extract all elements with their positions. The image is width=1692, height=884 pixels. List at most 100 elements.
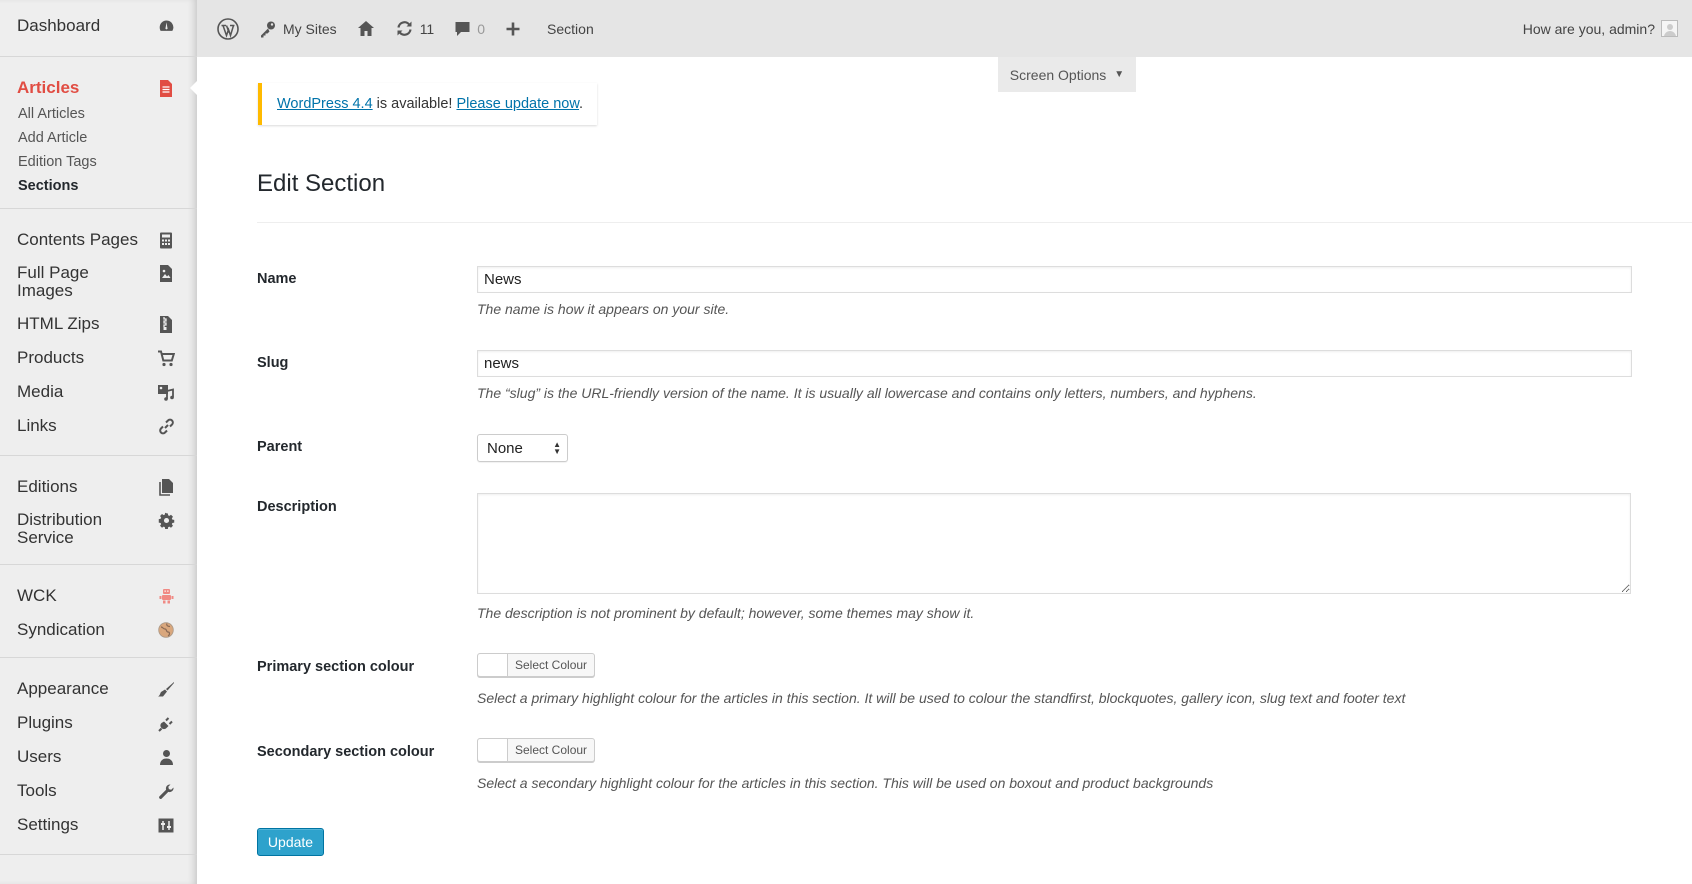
sidebar-item-label: Appearance (17, 679, 109, 698)
key-icon (259, 20, 277, 38)
submenu-sections[interactable]: Sections (18, 174, 197, 198)
sidebar-item-links[interactable]: Links (0, 409, 197, 443)
secondary-colour-label: Secondary section colour (257, 744, 435, 760)
sidebar-item-label: Articles (17, 78, 80, 97)
media-icon (157, 383, 175, 401)
sidebar-item-plugins[interactable]: Plugins (0, 706, 197, 740)
calculator-icon (157, 231, 175, 249)
view-section-link[interactable]: Section (541, 21, 594, 37)
sidebar-group-admin: Appearance Plugins Users Tools Settings (0, 658, 197, 855)
secondary-colour-button-label: Select Colour (515, 743, 588, 757)
sidebar-item-label: Media (17, 382, 64, 401)
user-icon (157, 748, 175, 766)
sidebar-item-label: Full Page Images (17, 263, 89, 300)
select-arrows-icon: ▲ ▼ (553, 440, 561, 456)
primary-colour-picker-button[interactable]: Select Colour (477, 653, 596, 677)
secondary-colour-description: Select a secondary highlight colour for … (477, 775, 1214, 791)
sidebar-item-syndication[interactable]: Syndication (0, 613, 197, 647)
sidebar-item-settings[interactable]: Settings (0, 808, 197, 842)
sidebar-item-distribution-service[interactable]: Distribution Service (0, 504, 197, 554)
update-notice: WordPress 4.4 is available! Please updat… (258, 83, 597, 125)
view-section-label: Section (547, 20, 594, 37)
submenu-add-article[interactable]: Add Article (18, 126, 197, 150)
description-textarea[interactable] (477, 493, 1631, 594)
new-content-button[interactable] (505, 21, 521, 37)
visit-site-button[interactable] (357, 20, 375, 37)
home-icon (357, 20, 375, 37)
sidebar-item-label: Dashboard (17, 16, 101, 35)
admin-sidebar: Dashboard Articles All Articles Add Arti… (0, 0, 198, 884)
submenu-edition-tags[interactable]: Edition Tags (18, 150, 197, 174)
sidebar-item-label: Users (17, 747, 62, 766)
update-now-link[interactable]: Please update now (456, 96, 579, 112)
sidebar-item-label: Tools (17, 781, 57, 800)
sidebar-item-wck[interactable]: WCK (0, 579, 197, 613)
sidebar-group-dashboard: Dashboard (0, 0, 197, 57)
wordpress-version-link[interactable]: WordPress 4.4 (277, 96, 373, 112)
document-icon (157, 79, 175, 97)
sidebar-item-tools[interactable]: Tools (0, 774, 197, 808)
parent-selected-value: None (487, 439, 523, 457)
updates-button[interactable]: 11 (395, 20, 435, 37)
my-account-menu[interactable]: How are you, admin? (1523, 20, 1678, 37)
plug-icon (157, 714, 175, 732)
sidebar-item-label: HTML Zips (17, 314, 100, 333)
sidebar-group-plugins-custom: WCK Syndication (0, 565, 197, 658)
sidebar-item-articles[interactable]: Articles (0, 78, 198, 98)
files-icon (157, 478, 175, 496)
wordpress-logo-button[interactable] (217, 17, 239, 40)
sidebar-group-content: Contents Pages Full Page Images HTML Zip… (0, 209, 197, 456)
primary-colour-label: Primary section colour (257, 659, 415, 675)
notice-middle-text: is available! (372, 96, 457, 112)
secondary-colour-picker-button[interactable]: Select Colour (477, 738, 596, 762)
title-divider (257, 222, 1692, 223)
plus-icon (505, 21, 521, 37)
sidebar-item-label: Plugins (17, 713, 73, 732)
sidebar-item-full-page-images[interactable]: Full Page Images (0, 257, 197, 307)
link-icon (157, 417, 175, 435)
description-label: Description (257, 499, 337, 515)
sidebar-item-label: Contents Pages (17, 230, 138, 249)
sidebar-item-products[interactable]: Products (0, 341, 197, 375)
articles-submenu: All Articles Add Article Edition Tags Se… (0, 98, 197, 208)
sidebar-item-label: Links (17, 416, 57, 435)
slug-label: Slug (257, 355, 289, 371)
my-sites-label: My Sites (283, 20, 337, 37)
gear-icon (157, 511, 175, 529)
sidebar-item-contents-pages[interactable]: Contents Pages (0, 223, 197, 257)
updates-count: 11 (419, 20, 435, 37)
slug-description: The “slug” is the URL-friendly version o… (477, 385, 1257, 401)
screen-options-label: Screen Options (1009, 66, 1107, 83)
screen-options-button[interactable]: Screen Options ▼ (998, 57, 1136, 92)
sidebar-group-editions: Editions Distribution Service (0, 456, 197, 565)
sidebar-item-users[interactable]: Users (0, 740, 197, 774)
image-document-icon (157, 264, 175, 282)
robot-icon (157, 587, 175, 605)
sidebar-item-dashboard[interactable]: Dashboard (0, 17, 197, 35)
comments-count: 0 (477, 20, 486, 37)
name-input[interactable] (477, 266, 1632, 293)
my-sites-menu[interactable]: My Sites (259, 20, 337, 38)
sidebar-item-media[interactable]: Media (0, 375, 197, 409)
secondary-colour-swatch (478, 739, 508, 761)
sidebar-item-label: Syndication (17, 620, 105, 639)
submenu-all-articles[interactable]: All Articles (18, 102, 197, 126)
name-description: The name is how it appears on your site. (477, 301, 730, 317)
slug-input[interactable] (477, 350, 1632, 377)
globe-icon (157, 621, 175, 639)
comments-button[interactable]: 0 (454, 20, 485, 37)
sidebar-item-appearance[interactable]: Appearance (0, 672, 197, 706)
notice-text: WordPress 4.4 is available! Please updat… (277, 96, 583, 112)
parent-select[interactable]: None ▲ ▼ (477, 434, 568, 462)
sidebar-item-label: Editions (17, 477, 78, 496)
sidebar-item-label: Settings (17, 815, 79, 834)
sidebar-item-html-zips[interactable]: HTML Zips (0, 307, 197, 341)
wrench-icon (157, 782, 175, 800)
sidebar-item-label: WCK (17, 586, 57, 605)
parent-label: Parent (257, 439, 303, 455)
sidebar-item-editions[interactable]: Editions (0, 470, 197, 504)
update-button[interactable]: Update (257, 828, 324, 856)
sidebar-item-label: Distribution Service (17, 510, 103, 547)
name-label: Name (257, 271, 297, 287)
sidebar-group-articles: Articles All Articles Add Article Editio… (0, 57, 198, 209)
